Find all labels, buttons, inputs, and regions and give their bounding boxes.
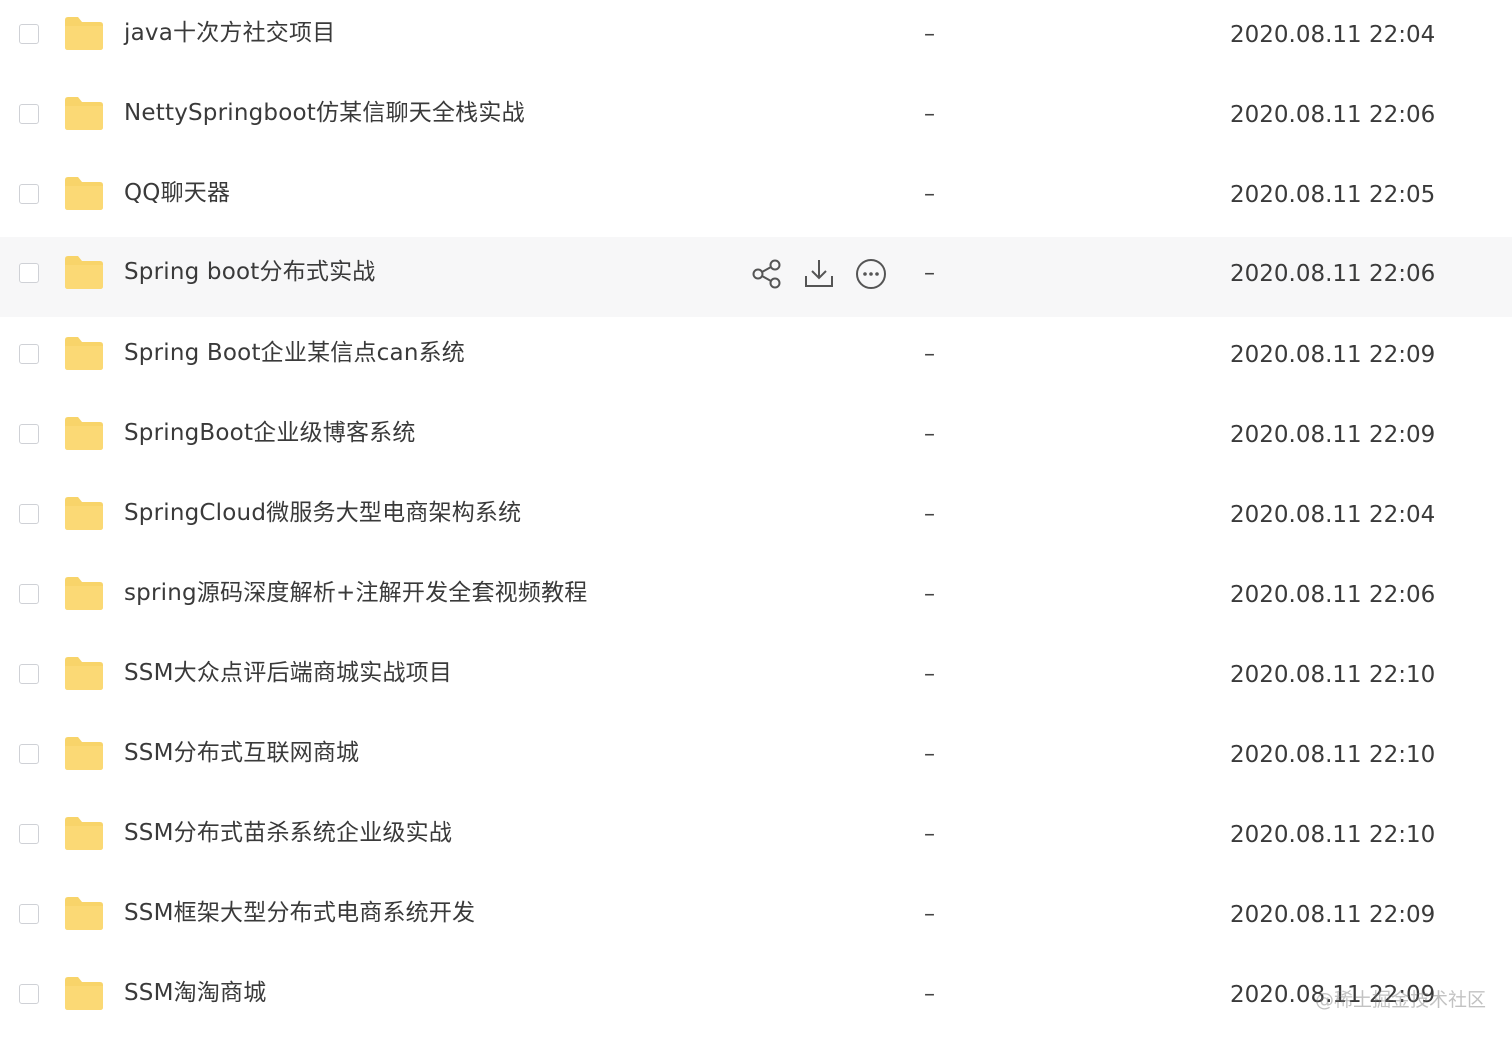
file-size: – [924, 902, 935, 927]
file-size: – [924, 22, 935, 47]
file-size: – [924, 662, 935, 687]
file-date: 2020.08.11 22:06 [1230, 261, 1436, 287]
folder-icon [65, 817, 103, 850]
folder-icon [65, 177, 103, 210]
folder-icon [65, 977, 103, 1010]
file-size: – [924, 102, 935, 127]
file-size: – [924, 742, 935, 767]
row-checkbox[interactable] [19, 744, 39, 764]
row-checkbox[interactable] [19, 664, 39, 684]
more-icon[interactable] [854, 257, 888, 291]
file-date: 2020.08.11 22:06 [1230, 102, 1436, 128]
file-name[interactable]: SpringCloud微服务大型电商架构系统 [124, 496, 521, 530]
file-size: – [924, 582, 935, 607]
file-name[interactable]: SSM淘淘商城 [124, 976, 266, 1010]
file-size: – [924, 422, 935, 447]
file-size: – [924, 822, 935, 847]
file-name[interactable]: SpringBoot企业级博客系统 [124, 416, 416, 450]
file-date: 2020.08.11 22:10 [1230, 662, 1436, 688]
folder-icon [65, 897, 103, 930]
download-icon[interactable] [802, 257, 836, 291]
file-size: – [924, 182, 935, 207]
file-name[interactable]: Spring boot分布式实战 [124, 255, 376, 289]
file-size: – [924, 261, 935, 286]
folder-icon [65, 417, 103, 450]
file-date: 2020.08.11 22:10 [1230, 742, 1436, 768]
row-checkbox[interactable] [19, 344, 39, 364]
row-checkbox[interactable] [19, 24, 39, 44]
file-size: – [924, 342, 935, 367]
file-date: 2020.08.11 22:09 [1230, 422, 1436, 448]
file-name[interactable]: SSM分布式互联网商城 [124, 736, 359, 770]
file-name[interactable]: Spring Boot企业某信点can系统 [124, 336, 465, 370]
row-checkbox[interactable] [19, 584, 39, 604]
row-checkbox[interactable] [19, 104, 39, 124]
file-size: – [924, 982, 935, 1007]
folder-icon [65, 97, 103, 130]
file-date: 2020.08.11 22:10 [1230, 822, 1436, 848]
file-row[interactable]: SSM淘淘商城 – 2020.08.11 22:09 [0, 958, 1512, 1038]
folder-icon [65, 256, 103, 289]
file-name[interactable]: NettySpringboot仿某信聊天全栈实战 [124, 96, 525, 130]
row-checkbox[interactable] [19, 824, 39, 844]
file-date: 2020.08.11 22:04 [1230, 502, 1436, 528]
folder-icon [65, 577, 103, 610]
file-name[interactable]: spring源码深度解析+注解开发全套视频教程 [124, 576, 587, 610]
file-name[interactable]: QQ聊天器 [124, 176, 230, 210]
file-row[interactable]: Spring Boot企业某信点can系统 – 2020.08.11 22:09 [0, 318, 1512, 398]
file-row[interactable]: java十次方社交项目 – 2020.08.11 22:04 [0, 0, 1512, 78]
share-icon[interactable] [750, 257, 784, 291]
file-name[interactable]: SSM大众点评后端商城实战项目 [124, 656, 452, 690]
file-name[interactable]: java十次方社交项目 [124, 16, 335, 50]
file-row[interactable]: NettySpringboot仿某信聊天全栈实战 – 2020.08.11 22… [0, 78, 1512, 158]
row-checkbox[interactable] [19, 424, 39, 444]
file-date: 2020.08.11 22:09 [1230, 902, 1436, 928]
file-date: 2020.08.11 22:04 [1230, 22, 1436, 48]
row-checkbox[interactable] [19, 184, 39, 204]
folder-icon [65, 337, 103, 370]
file-row[interactable]: SSM分布式互联网商城 – 2020.08.11 22:10 [0, 718, 1512, 798]
row-actions [750, 257, 888, 291]
file-row[interactable]: SSM框架大型分布式电商系统开发 – 2020.08.11 22:09 [0, 878, 1512, 958]
file-name[interactable]: SSM分布式苗杀系统企业级实战 [124, 816, 452, 850]
watermark: @稀土掘金技术社区 [1314, 989, 1486, 1011]
row-checkbox[interactable] [19, 904, 39, 924]
file-row-hovered[interactable]: Spring boot分布式实战 – 2020.08.11 22:06 [0, 237, 1512, 317]
file-date: 2020.08.11 22:09 [1230, 342, 1436, 368]
file-date: 2020.08.11 22:05 [1230, 182, 1436, 208]
file-row[interactable]: SpringBoot企业级博客系统 – 2020.08.11 22:09 [0, 398, 1512, 478]
row-checkbox[interactable] [19, 504, 39, 524]
folder-icon [65, 17, 103, 50]
file-row[interactable]: SpringCloud微服务大型电商架构系统 – 2020.08.11 22:0… [0, 478, 1512, 558]
file-row[interactable]: SSM分布式苗杀系统企业级实战 – 2020.08.11 22:10 [0, 798, 1512, 878]
folder-icon [65, 737, 103, 770]
file-name[interactable]: SSM框架大型分布式电商系统开发 [124, 896, 475, 930]
row-checkbox[interactable] [19, 984, 39, 1004]
folder-icon [65, 497, 103, 530]
file-row[interactable]: SSM大众点评后端商城实战项目 – 2020.08.11 22:10 [0, 638, 1512, 718]
file-list: java十次方社交项目 – 2020.08.11 22:04 NettySpri… [0, 0, 1512, 1040]
file-row[interactable]: QQ聊天器 – 2020.08.11 22:05 [0, 158, 1512, 238]
file-date: 2020.08.11 22:06 [1230, 582, 1436, 608]
file-row[interactable]: spring源码深度解析+注解开发全套视频教程 – 2020.08.11 22:… [0, 558, 1512, 638]
row-checkbox[interactable] [19, 263, 39, 283]
file-size: – [924, 502, 935, 527]
folder-icon [65, 657, 103, 690]
